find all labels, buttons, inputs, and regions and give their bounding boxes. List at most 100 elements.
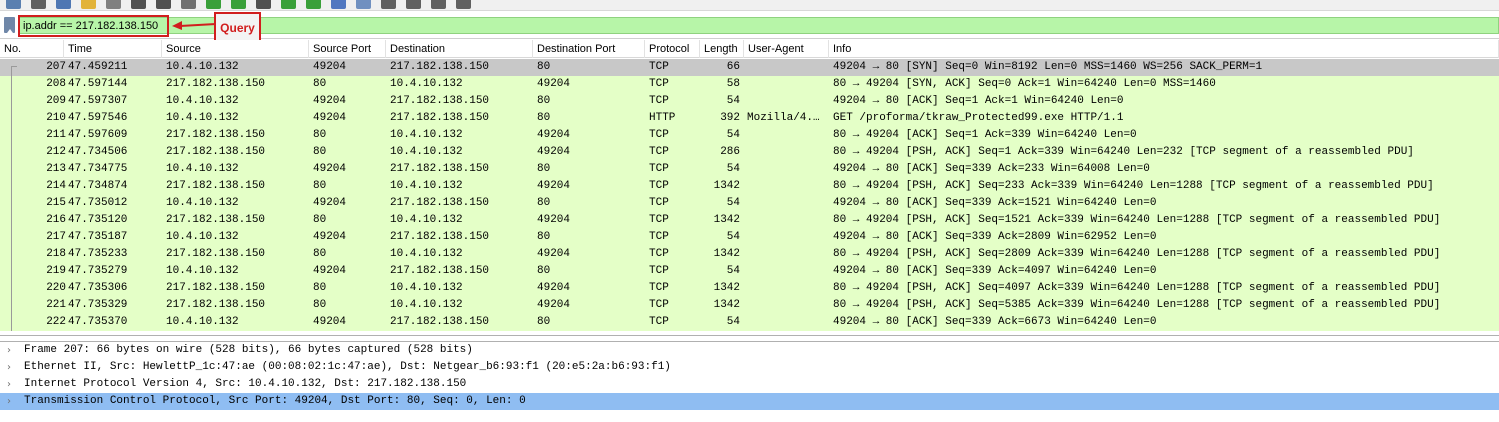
zoom-reset-icon[interactable] (431, 0, 446, 9)
cell-no: 219 (46, 265, 66, 277)
cell-source: 10.4.10.132 (166, 316, 239, 328)
cell-user-agent (747, 195, 829, 212)
cell-source-port: 49204 (313, 197, 347, 209)
cell-info: 80 → 49204 [PSH, ACK] Seq=5385 Ack=339 W… (833, 299, 1441, 311)
cell-protocol: TCP (649, 282, 669, 294)
zoom-out-icon[interactable] (406, 0, 421, 9)
cell-protocol: TCP (649, 231, 669, 243)
cell-length: 1342 (713, 180, 740, 192)
print-icon[interactable] (156, 0, 171, 9)
cell-protocol: TCP (649, 61, 669, 73)
header-col-user-agent[interactable]: User-Agent (744, 40, 829, 58)
cell-user-agent (747, 212, 829, 229)
cell-user-agent (747, 76, 829, 93)
packet-row[interactable]: 214 47.734874 217.182.138.150 80 10.4.10.132… (0, 178, 1499, 195)
header-col-no[interactable]: No. (0, 40, 64, 58)
cell-source-port: 80 (313, 282, 327, 294)
cell-no: 211 (46, 129, 66, 141)
packet-details: › Frame 207: 66 bytes on wire (528 bits),… (0, 341, 1499, 422)
detail-tree-item[interactable]: › Frame 207: 66 bytes on wire (528 bits),… (0, 342, 1499, 359)
packet-row[interactable]: 222 47.735370 10.4.10.132 49204 217.182.138.… (0, 314, 1499, 331)
conversation-tree-line (11, 76, 12, 93)
cell-length: 54 (726, 316, 740, 328)
packet-row[interactable]: 217 47.735187 10.4.10.132 49204 217.182.138.… (0, 229, 1499, 246)
packet-row[interactable]: 211 47.597609 217.182.138.150 80 10.4.10.132… (0, 127, 1499, 144)
colorize-icon[interactable] (356, 0, 371, 9)
cell-time: 47.597144 (68, 78, 128, 90)
header-col-source[interactable]: Source (162, 40, 309, 58)
header-col-time[interactable]: Time (64, 40, 162, 58)
cell-destination-port: 49204 (537, 78, 571, 90)
find-icon[interactable] (181, 0, 196, 9)
cell-protocol: HTTP (649, 112, 676, 124)
detail-tree-label: Internet Protocol Version 4, Src: 10.4.1… (24, 378, 467, 390)
header-col-info[interactable]: Info (829, 40, 1499, 58)
cell-time: 47.735233 (68, 248, 128, 260)
header-col-protocol[interactable]: Protocol (645, 40, 700, 58)
packet-row[interactable]: 215 47.735012 10.4.10.132 49204 217.182.138.… (0, 195, 1499, 212)
cell-time: 47.735370 (68, 316, 128, 328)
packet-row[interactable]: 218 47.735233 217.182.138.150 80 10.4.10.132… (0, 246, 1499, 263)
last-icon[interactable] (306, 0, 321, 9)
cell-destination-port: 80 (537, 95, 551, 107)
packet-row[interactable]: 213 47.734775 10.4.10.132 49204 217.182.138.… (0, 161, 1499, 178)
cell-no: 214 (46, 180, 66, 192)
close-file-icon[interactable] (31, 0, 46, 9)
cell-source-port: 49204 (313, 95, 347, 107)
chevron-right-icon[interactable]: › (7, 376, 17, 393)
bookmark-icon[interactable] (4, 17, 15, 33)
cell-info: 49204 → 80 [SYN] Seq=0 Win=8192 Len=0 MS… (833, 61, 1263, 73)
packet-row[interactable]: 219 47.735279 10.4.10.132 49204 217.182.138.… (0, 263, 1499, 280)
detail-tree-item[interactable]: › Ethernet II, Src: HewlettP_1c:47:ae (00… (0, 359, 1499, 376)
save-icon[interactable] (6, 0, 21, 9)
chevron-right-icon[interactable]: › (7, 359, 17, 376)
cell-no: 217 (46, 231, 66, 243)
first-icon[interactable] (281, 0, 296, 9)
chevron-right-icon[interactable]: › (7, 393, 17, 410)
packet-row[interactable]: 207 47.459211 10.4.10.132 49204 217.182.138.… (0, 59, 1499, 76)
chevron-right-icon[interactable]: › (7, 342, 17, 359)
cell-length: 66 (726, 61, 740, 73)
packet-row[interactable]: 216 47.735120 217.182.138.150 80 10.4.10.132… (0, 212, 1499, 229)
open-icon[interactable] (81, 0, 96, 9)
binary-icon[interactable] (106, 0, 121, 9)
reload-icon[interactable] (56, 0, 71, 9)
cell-user-agent (747, 297, 829, 314)
header-col-destination[interactable]: Destination (386, 40, 533, 58)
conversation-tree-line (11, 110, 12, 127)
header-col-source-port[interactable]: Source Port (309, 40, 386, 58)
cell-source-port: 80 (313, 299, 327, 311)
detail-tree-item[interactable]: › Transmission Control Protocol, Src Port… (0, 393, 1499, 410)
packet-row[interactable]: 208 47.597144 217.182.138.150 80 10.4.10.132… (0, 76, 1499, 93)
conversation-tree-line (11, 229, 12, 246)
cell-time: 47.735279 (68, 265, 128, 277)
cell-length: 1342 (713, 248, 740, 260)
annotation-label: Query (214, 12, 261, 43)
cell-protocol: TCP (649, 95, 669, 107)
zoom-in-icon[interactable] (381, 0, 396, 9)
forward-icon[interactable] (231, 0, 246, 9)
cell-source-port: 49204 (313, 231, 347, 243)
cell-source-port: 80 (313, 146, 327, 158)
header-col-length[interactable]: Length (700, 40, 744, 58)
packet-row[interactable]: 212 47.734506 217.182.138.150 80 10.4.10.132… (0, 144, 1499, 161)
export-icon[interactable] (131, 0, 146, 9)
packet-row[interactable]: 221 47.735329 217.182.138.150 80 10.4.10.132… (0, 297, 1499, 314)
back-icon[interactable] (206, 0, 221, 9)
detail-tree-item[interactable]: › Internet Protocol Version 4, Src: 10.4.… (0, 376, 1499, 393)
packet-row[interactable]: 209 47.597307 10.4.10.132 49204 217.182.138.… (0, 93, 1499, 110)
cell-info: 49204 → 80 [ACK] Seq=339 Ack=233 Win=640… (833, 163, 1150, 175)
cell-no: 209 (46, 95, 66, 107)
resize-columns-icon[interactable] (456, 0, 471, 9)
go-to-icon[interactable] (256, 0, 271, 9)
cell-protocol: TCP (649, 129, 669, 141)
header-col-destination-port[interactable]: Destination Port (533, 40, 645, 58)
cell-destination-port: 49204 (537, 129, 571, 141)
autoscroll-icon[interactable] (331, 0, 346, 9)
cell-source: 10.4.10.132 (166, 265, 239, 277)
cell-info: 80 → 49204 [ACK] Seq=1 Ack=339 Win=64240… (833, 129, 1137, 141)
packet-row[interactable]: 210 47.597546 10.4.10.132 49204 217.182.138.… (0, 110, 1499, 127)
cell-no: 222 (46, 316, 66, 328)
packet-row[interactable]: 220 47.735306 217.182.138.150 80 10.4.10.132… (0, 280, 1499, 297)
cell-destination: 10.4.10.132 (390, 146, 463, 158)
